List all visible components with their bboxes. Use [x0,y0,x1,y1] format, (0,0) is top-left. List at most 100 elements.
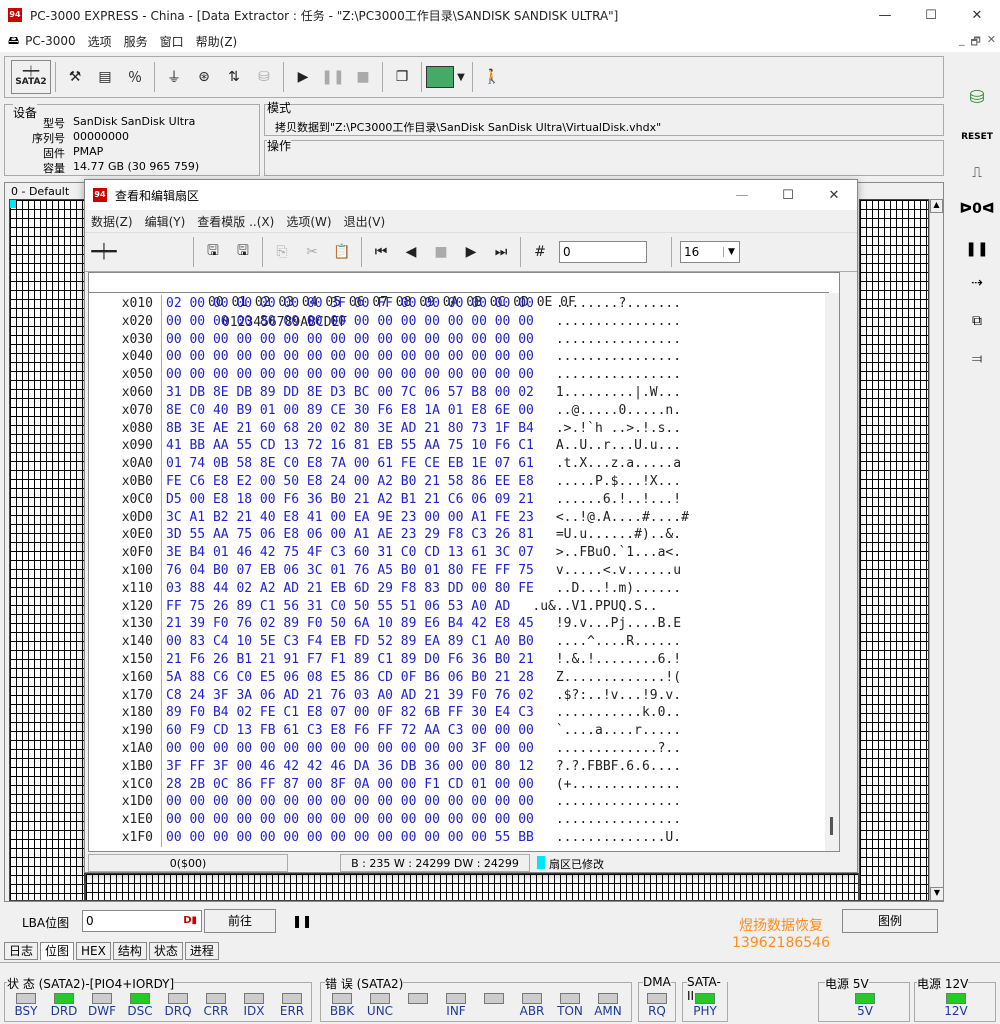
hex-row-bytes[interactable]: FE C6 E8 E2 00 50 E8 24 00 A2 B0 21 58 8… [161,473,534,491]
stop-sector-icon[interactable]: ■ [426,237,456,267]
hex-row-ascii[interactable]: <..!@.A....#....# [556,509,689,527]
hex-row-ascii[interactable]: !.&.!........6.! [556,651,681,669]
hex-row[interactable]: x060 31 DB 8E DB 89 DD 8E D3 BC 00 7C 06 … [89,384,681,402]
hex-row-bytes[interactable]: 41 BB AA 55 CD 13 72 16 81 EB 55 AA 75 1… [161,437,534,456]
hex-row-bytes[interactable]: 60 F9 CD 13 FB 61 C3 E8 F6 FF 72 AA C3 0… [161,722,534,741]
hex-row-bytes[interactable]: 02 00 00 00 00 00 00 3F 00 FF 00 00 00 0… [161,295,534,313]
dialog-close-button[interactable]: ✕ [811,180,857,210]
dialog-minimize-button[interactable]: — [719,180,765,210]
menu-pc3000[interactable]: PC-3000 [19,34,81,48]
hex-row-ascii[interactable]: ..............U. [556,829,681,847]
hex-row[interactable]: x0D0 3C A1 B2 21 40 E8 41 00 EA 9E 23 00 … [89,508,689,527]
close-button[interactable]: ✕ [954,0,1000,30]
hex-row-ascii[interactable]: ................ [556,331,681,349]
columns-select[interactable]: 16 ▼ [680,241,740,263]
hex-row-ascii[interactable]: .u&..V1.PPUQ.S.. [532,598,657,616]
zero-icon[interactable]: ᐅ0ᐊ [959,196,994,222]
play-icon[interactable]: ▶ [288,62,318,92]
hex-row-bytes[interactable]: D5 00 E8 18 00 F6 36 B0 21 A2 B1 21 C6 0… [161,490,534,509]
lba-pause-icon[interactable]: ❚❚ [292,914,312,928]
scroll-up-icon[interactable]: ▲ [930,199,943,213]
mdi-minimize-button[interactable]: _ [959,33,965,52]
hex-row-ascii[interactable]: ...........k.0.. [556,704,681,722]
hex-row[interactable]: x1E0 00 00 00 00 00 00 00 00 00 00 00 00 … [89,811,681,830]
hex-row[interactable]: x1C0 28 2B 0C 86 FF 87 00 8F 0A 00 00 F1 … [89,775,681,794]
hex-row[interactable]: x080 8B 3E AE 21 60 68 20 02 80 3E AD 21 … [89,419,681,438]
hex-row-bytes[interactable]: 3F FF 3F 00 46 42 42 46 DA 36 DB 36 00 0… [161,757,534,776]
save-as-icon[interactable]: 🖫 [228,237,258,267]
hex-row-ascii[interactable]: .>.!`h ..>.!.s.. [556,420,681,438]
hex-row-ascii[interactable]: ................ [556,313,681,331]
dialog-menu-options[interactable]: 选项(W) [280,213,337,230]
hex-row[interactable]: x050 00 00 00 00 00 00 00 00 00 00 00 00 … [89,366,681,385]
hex-row-ascii[interactable]: 1.........|.W... [556,384,681,402]
mdi-close-button[interactable]: ✕ [987,33,996,52]
hex-row[interactable]: x190 60 F9 CD 13 FB 61 C3 E8 F6 FF 72 AA … [89,722,681,741]
hex-row-ascii[interactable]: .$?:..!v...!9.v. [556,687,681,705]
hex-row[interactable]: x0A0 01 74 0B 58 8E C0 E8 7A 00 61 FE CE … [89,455,681,474]
dialog-menu-exit[interactable]: 退出(V) [338,213,392,230]
tab-status[interactable]: 状态 [148,942,183,960]
goto-button[interactable]: 前往 [204,909,276,933]
hex-row-bytes[interactable]: 03 88 44 02 A2 AD 21 EB 6D 29 F8 83 DD 0… [161,579,534,598]
windows-icon[interactable]: ❐ [387,62,417,92]
hex-row-bytes[interactable]: 3E B4 01 46 42 75 4F C3 60 31 C0 CD 13 6… [161,544,534,563]
stop-icon[interactable]: ■ [348,62,378,92]
lba-input[interactable]: 0 D▮ [82,910,202,932]
hex-row[interactable]: x010 02 00 00 00 00 00 00 3F 00 FF 00 00 … [89,295,681,313]
hex-row-bytes[interactable]: FF 75 26 89 C1 56 31 C0 50 55 51 06 53 A… [161,597,510,616]
hex-row[interactable]: x0B0 FE C6 E8 E2 00 50 E8 24 00 A2 B0 21 … [89,473,681,491]
hex-row-bytes[interactable]: 00 00 00 00 00 00 00 00 00 00 00 00 00 0… [161,330,534,349]
tab-hex[interactable]: HEX [76,942,111,960]
dialog-menu-data[interactable]: 数据(Z) [85,213,139,230]
hex-row[interactable]: x1D0 00 00 00 00 00 00 00 00 00 00 00 00 … [89,793,681,812]
hex-row-bytes[interactable]: 01 74 0B 58 8E C0 E8 7A 00 61 FE CE EB 1… [161,455,534,474]
scroll-down-icon[interactable]: ▼ [930,887,944,901]
hex-row-bytes[interactable]: 00 00 00 00 00 00 00 00 00 00 00 00 00 0… [161,811,534,830]
hex-view[interactable]: 00 01 02 03 04 05 06 07 08 09 0A 0B 0C 0… [88,272,840,852]
hex-row[interactable]: x1F0 00 00 00 00 00 00 00 00 00 00 00 00 … [89,829,681,847]
hex-row-ascii[interactable]: ?.?.FBBF.6.6.... [556,758,681,776]
disk-info-icon[interactable]: ▤ [90,62,120,92]
hex-row-bytes[interactable]: C8 24 3F 3A 06 AD 21 76 03 A0 AD 21 39 F… [161,686,534,705]
pause-icon[interactable]: ❚❚ [318,62,348,92]
tab-structure[interactable]: 结构 [112,942,147,960]
hex-scrollbar[interactable] [825,293,839,851]
hex-row-ascii[interactable]: =U.u......#)..&. [556,526,681,544]
dialog-menu-template[interactable]: 查看模版 ..(X) [191,213,280,230]
menu-help[interactable]: 帮助(Z) [190,33,244,50]
tools-icon[interactable]: ⚒ [60,62,90,92]
hex-row-ascii[interactable]: ................ [556,348,681,366]
hex-row[interactable]: x0C0 D5 00 E8 18 00 F6 36 B0 21 A2 B1 21 … [89,490,681,509]
copy-disk-icon[interactable]: ⛁ [962,82,992,112]
tab-bitmap[interactable]: 位图 [40,942,75,960]
hex-row-bytes[interactable]: 28 2B 0C 86 FF 87 00 8F 0A 00 00 F1 CD 0… [161,775,534,794]
hex-row-bytes[interactable]: 00 00 00 00 00 00 00 00 00 00 00 00 00 3… [161,740,534,758]
hex-row[interactable]: x170 C8 24 3F 3A 06 AD 21 76 03 A0 AD 21 … [89,686,681,705]
hex-row[interactable]: x0F0 3E B4 01 46 42 75 4F C3 60 31 C0 CD … [89,544,681,563]
hex-row[interactable]: x020 00 00 00 00 80 00 00 00 00 00 00 00 … [89,312,681,331]
hex-row-ascii[interactable]: ..@.....0.....n. [556,402,681,420]
dialog-connector-icon[interactable]: ━┿━ [89,237,119,267]
save-icon[interactable]: 🖫 [198,237,228,267]
transfer-icon[interactable]: ⇅ [219,62,249,92]
sector-input[interactable]: 0 [559,241,647,263]
hex-row-bytes[interactable]: 00 00 00 00 00 00 00 00 00 00 00 00 00 0… [161,829,534,847]
dialog-maximize-button[interactable]: ☐ [765,180,811,210]
minimize-button[interactable]: — [862,0,908,30]
person-icon[interactable]: 🚶 [477,62,507,92]
dialog-menu-edit[interactable]: 编辑(Y) [139,213,192,230]
hex-row-bytes[interactable]: 8B 3E AE 21 60 68 20 02 80 3E AD 21 80 7… [161,419,534,438]
hex-row[interactable]: x110 03 88 44 02 A2 AD 21 EB 6D 29 F8 83 … [89,579,681,598]
menu-service[interactable]: 服务 [118,33,154,50]
copy-cancel-icon[interactable]: ⧉ [962,308,992,334]
hex-row-bytes[interactable]: 21 39 F0 76 02 89 F0 50 6A 10 89 E6 B4 4… [161,615,534,634]
hex-row-ascii[interactable]: ................ [556,793,681,811]
hex-row-bytes[interactable]: 5A 88 C6 C0 E5 06 08 E5 86 CD 0F B6 06 B… [161,668,534,687]
bitmap-grid-left[interactable] [9,199,85,901]
sector-jump-icon[interactable]: ⇢ [962,270,992,296]
tab-process[interactable]: 进程 [184,942,219,960]
hex-row[interactable]: x1A0 00 00 00 00 00 00 00 00 00 00 00 00 … [89,740,681,758]
copy-icon[interactable]: ⎘ [267,237,297,267]
legend-button[interactable]: 图例 [842,909,938,933]
